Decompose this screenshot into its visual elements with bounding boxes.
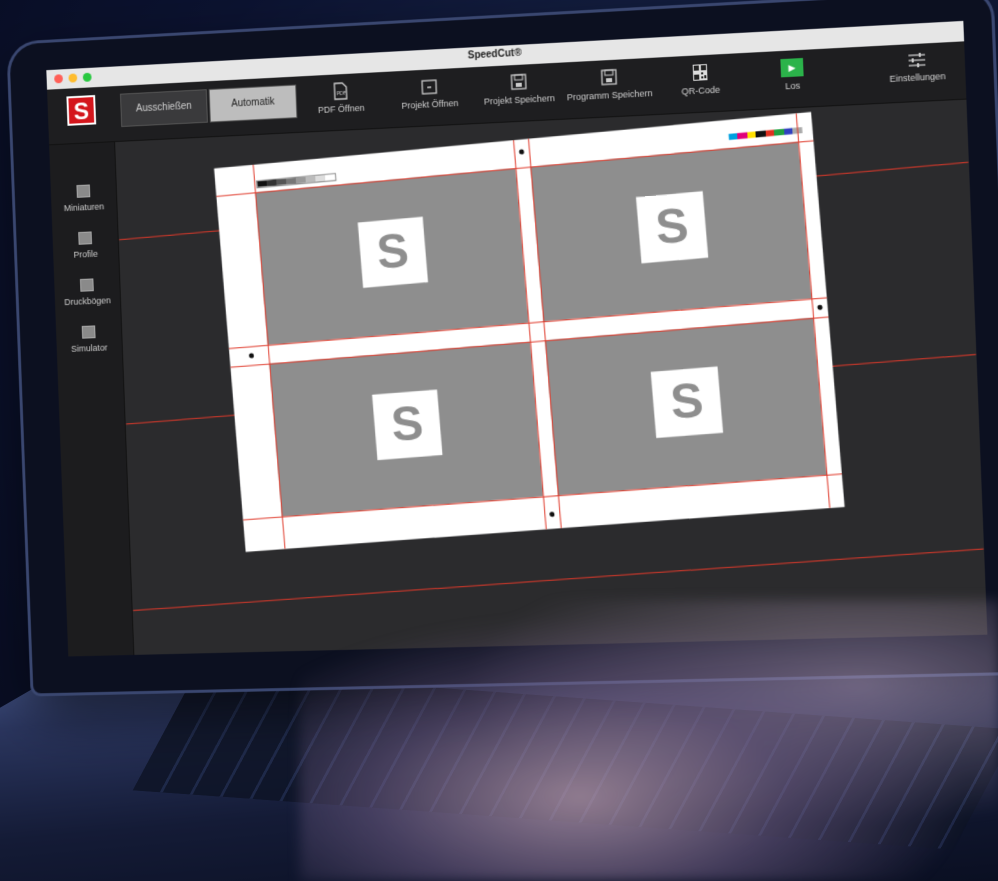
simulator-icon	[81, 325, 96, 339]
save-project-label: Projekt Speichern	[483, 93, 556, 107]
open-project-button[interactable]: Projekt Öffnen	[384, 69, 475, 123]
tile-logo: S	[357, 216, 429, 288]
save-program-label: Programm Speichern	[566, 88, 653, 103]
workspace-canvas[interactable]: S S S S	[115, 99, 988, 655]
folder-icon	[421, 77, 438, 96]
print-sheet[interactable]: S S S S	[214, 112, 845, 552]
open-pdf-button[interactable]: PDF PDF Öffnen	[296, 74, 386, 128]
tile-logo: S	[650, 366, 724, 439]
sidebar-item-simulator[interactable]: Simulator	[56, 324, 122, 354]
save-icon	[510, 73, 526, 90]
qr-code-icon	[692, 64, 708, 81]
qr-code-label: QR-Code	[681, 84, 721, 97]
registration-mark	[518, 149, 525, 155]
tile-logo: S	[372, 389, 443, 461]
print-sheet-icon	[79, 278, 94, 292]
open-pdf-label: PDF Öffnen	[317, 102, 365, 116]
sidebar-item-profile[interactable]: Profile	[52, 230, 118, 260]
profile-icon	[78, 231, 93, 245]
sidebar-item-label: Profile	[73, 248, 99, 260]
go-button[interactable]: ▶ Los	[745, 50, 839, 105]
qr-code-button[interactable]: QR-Code	[654, 55, 747, 110]
app-window: SpeedCut® S Ausschießen Automatik PDF PD…	[46, 20, 988, 657]
sidebar-item-miniaturen[interactable]: Miniaturen	[51, 183, 117, 213]
mode-button-ausschiessen[interactable]: Ausschießen	[119, 89, 208, 128]
mode-button-automatik[interactable]: Automatik	[208, 84, 298, 123]
save-icon	[601, 68, 618, 87]
app-logo: S	[66, 95, 97, 126]
save-program-button[interactable]: Programm Speichern	[563, 60, 656, 115]
laptop-lid: SpeedCut® S Ausschießen Automatik PDF PD…	[9, 0, 998, 694]
sidebar-item-druckboegen[interactable]: Druckbögen	[54, 277, 120, 307]
sheet-tile[interactable]: S	[255, 168, 529, 345]
typing-hands	[300, 600, 998, 881]
sheet-tile[interactable]: S	[530, 141, 812, 322]
registration-mark	[248, 353, 255, 359]
registration-mark	[817, 304, 823, 311]
play-icon: ▶	[780, 57, 804, 78]
open-project-label: Projekt Öffnen	[401, 97, 459, 111]
save-project-button[interactable]: Projekt Speichern	[473, 64, 565, 119]
sidebar-item-label: Miniaturen	[63, 201, 105, 214]
registration-mark	[549, 511, 555, 517]
sheet-tile[interactable]: S	[269, 341, 543, 517]
sheet-tile[interactable]: S	[544, 317, 827, 496]
svg-text:PDF: PDF	[337, 91, 347, 98]
tile-logo: S	[635, 191, 709, 264]
go-label: Los	[785, 80, 801, 92]
pdf-file-icon: PDF	[332, 82, 348, 101]
sidebar-item-label: Simulator	[70, 342, 108, 354]
color-control-bar	[728, 127, 803, 141]
sidebar-item-label: Druckbögen	[64, 295, 111, 308]
sliders-icon	[907, 52, 926, 69]
settings-button[interactable]: Einstellungen	[875, 44, 960, 99]
settings-label: Einstellungen	[889, 70, 946, 85]
thumbnail-icon	[76, 184, 91, 198]
